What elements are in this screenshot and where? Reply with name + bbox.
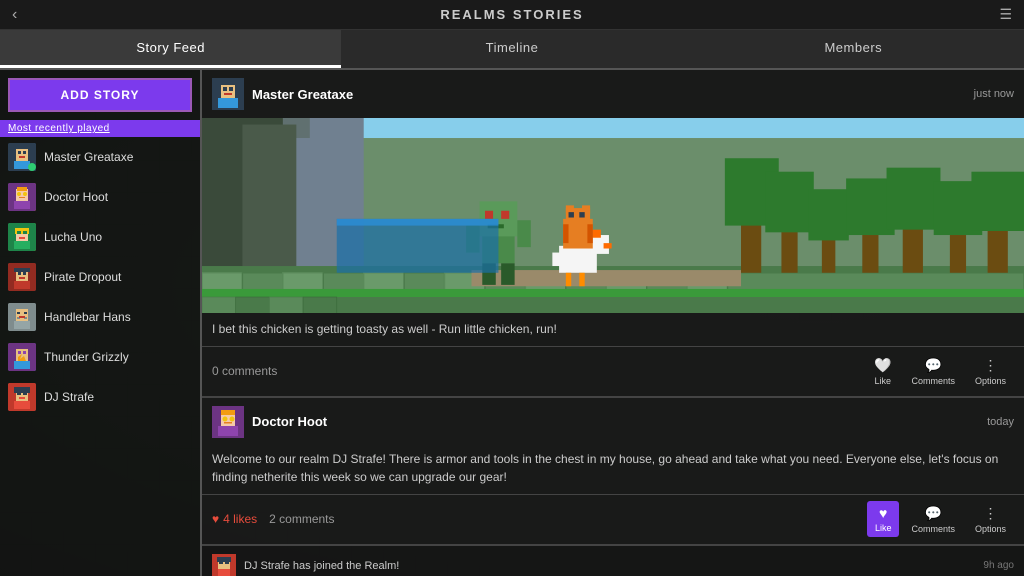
sidebar-item-dj-strafe[interactable]: DJ Strafe [0, 377, 200, 417]
add-story-button[interactable]: ADD STORY [8, 78, 192, 112]
post-header-1: Master Greataxe just now [202, 70, 1024, 118]
tab-story-feed[interactable]: Story Feed [0, 30, 341, 68]
player-name: Handlebar Hans [44, 310, 131, 324]
content-area: ADD STORY Most recently played [0, 70, 1024, 576]
post-author-1: Master Greataxe [252, 87, 966, 102]
like-button-2[interactable]: ♥ Like [867, 501, 900, 537]
app-title: REALMS STORIES [440, 7, 583, 22]
tab-timeline[interactable]: Timeline [341, 30, 682, 68]
tabs-bar: Story Feed Timeline Members [0, 30, 1024, 70]
post-author-2: Doctor Hoot [252, 414, 979, 429]
sidebar-item-lucha-uno[interactable]: Lucha Uno [0, 217, 200, 257]
heart-filled-icon: ♥ [212, 512, 219, 526]
options-icon: ⋮ [983, 357, 997, 374]
comments-button-2[interactable]: 💬 Comments [903, 501, 963, 538]
comments-button-1[interactable]: 💬 Comments [903, 353, 963, 390]
sidebar-item-thunder-grizzly[interactable]: Thunder Grizzly [0, 337, 200, 377]
sidebar-item-doctor-hoot[interactable]: Doctor Hoot [0, 177, 200, 217]
heart-icon-active: ♥ [879, 505, 887, 521]
post-header-2: Doctor Hoot today [202, 398, 1024, 446]
avatar-pirate-dropout [8, 263, 36, 291]
notification-text: DJ Strafe has joined the Realm! [244, 560, 975, 572]
like-label: Like [874, 376, 891, 386]
comment-icon: 💬 [924, 357, 941, 374]
post-actions-2: ♥ 4 likes 2 comments ♥ Like 💬 Comments ⋮ [202, 494, 1024, 544]
player-name: DJ Strafe [44, 390, 94, 404]
post-time-1: just now [974, 88, 1014, 100]
like-button-1[interactable]: 🤍 Like [866, 353, 899, 390]
player-name: Thunder Grizzly [44, 350, 129, 364]
section-label: Most recently played [0, 120, 200, 137]
main-content: Story Feed Timeline Members ADD STORY Mo… [0, 30, 1024, 576]
post-avatar-doctor [212, 406, 244, 438]
options-icon-2: ⋮ [983, 505, 997, 522]
avatar-thunder-grizzly [8, 343, 36, 371]
notification-dj-strafe: DJ Strafe has joined the Realm! 9h ago [202, 546, 1024, 576]
comments-count-1: 0 comments [212, 364, 862, 378]
sidebar-list: Master Greataxe [0, 137, 200, 576]
avatar-handlebar-hans [8, 303, 36, 331]
notification-time: 9h ago [983, 560, 1014, 571]
player-name: Pirate Dropout [44, 270, 121, 284]
player-name: Doctor Hoot [44, 190, 108, 204]
comments-count-2: 2 comments [269, 512, 863, 526]
player-name: Lucha Uno [44, 230, 102, 244]
online-indicator [28, 163, 36, 171]
post-time-2: today [987, 416, 1014, 428]
sidebar-item-handlebar-hans[interactable]: Handlebar Hans [0, 297, 200, 337]
story-post-2: Doctor Hoot today Welcome to our realm D… [202, 398, 1024, 546]
story-feed: Master Greataxe just now [200, 70, 1024, 576]
topbar: ‹ REALMS STORIES ☰ [0, 0, 1024, 30]
sidebar-item-pirate-dropout[interactable]: Pirate Dropout [0, 257, 200, 297]
options-label: Options [975, 376, 1006, 386]
post-avatar-master [212, 78, 244, 110]
likes-count-2: ♥ 4 likes [212, 512, 257, 526]
post-caption-1: I bet this chicken is getting toasty as … [202, 313, 1024, 346]
like-label-2: Like [875, 523, 892, 533]
post-image-1 [202, 118, 1024, 313]
player-name: Master Greataxe [44, 150, 133, 164]
avatar-master-greataxe [8, 143, 36, 171]
notif-avatar-dj [212, 554, 236, 576]
post-body-2: Welcome to our realm DJ Strafe! There is… [202, 446, 1024, 494]
post-actions-1: 0 comments 🤍 Like 💬 Comments ⋮ Options [202, 346, 1024, 396]
avatar-lucha-uno [8, 223, 36, 251]
options-label-2: Options [975, 524, 1006, 534]
heart-icon: 🤍 [874, 357, 891, 374]
avatar-dj-strafe [8, 383, 36, 411]
comments-label-2: Comments [911, 524, 955, 534]
sidebar-item-master-greataxe[interactable]: Master Greataxe [0, 137, 200, 177]
story-post-1: Master Greataxe just now [202, 70, 1024, 398]
tab-members[interactable]: Members [683, 30, 1024, 68]
avatar-doctor-hoot [8, 183, 36, 211]
back-button[interactable]: ‹ [12, 6, 17, 24]
comments-label: Comments [911, 376, 955, 386]
options-button-2[interactable]: ⋮ Options [967, 501, 1014, 538]
menu-button[interactable]: ☰ [999, 6, 1012, 23]
sidebar: ADD STORY Most recently played [0, 70, 200, 576]
comment-icon-2: 💬 [924, 505, 941, 522]
options-button-1[interactable]: ⋮ Options [967, 353, 1014, 390]
